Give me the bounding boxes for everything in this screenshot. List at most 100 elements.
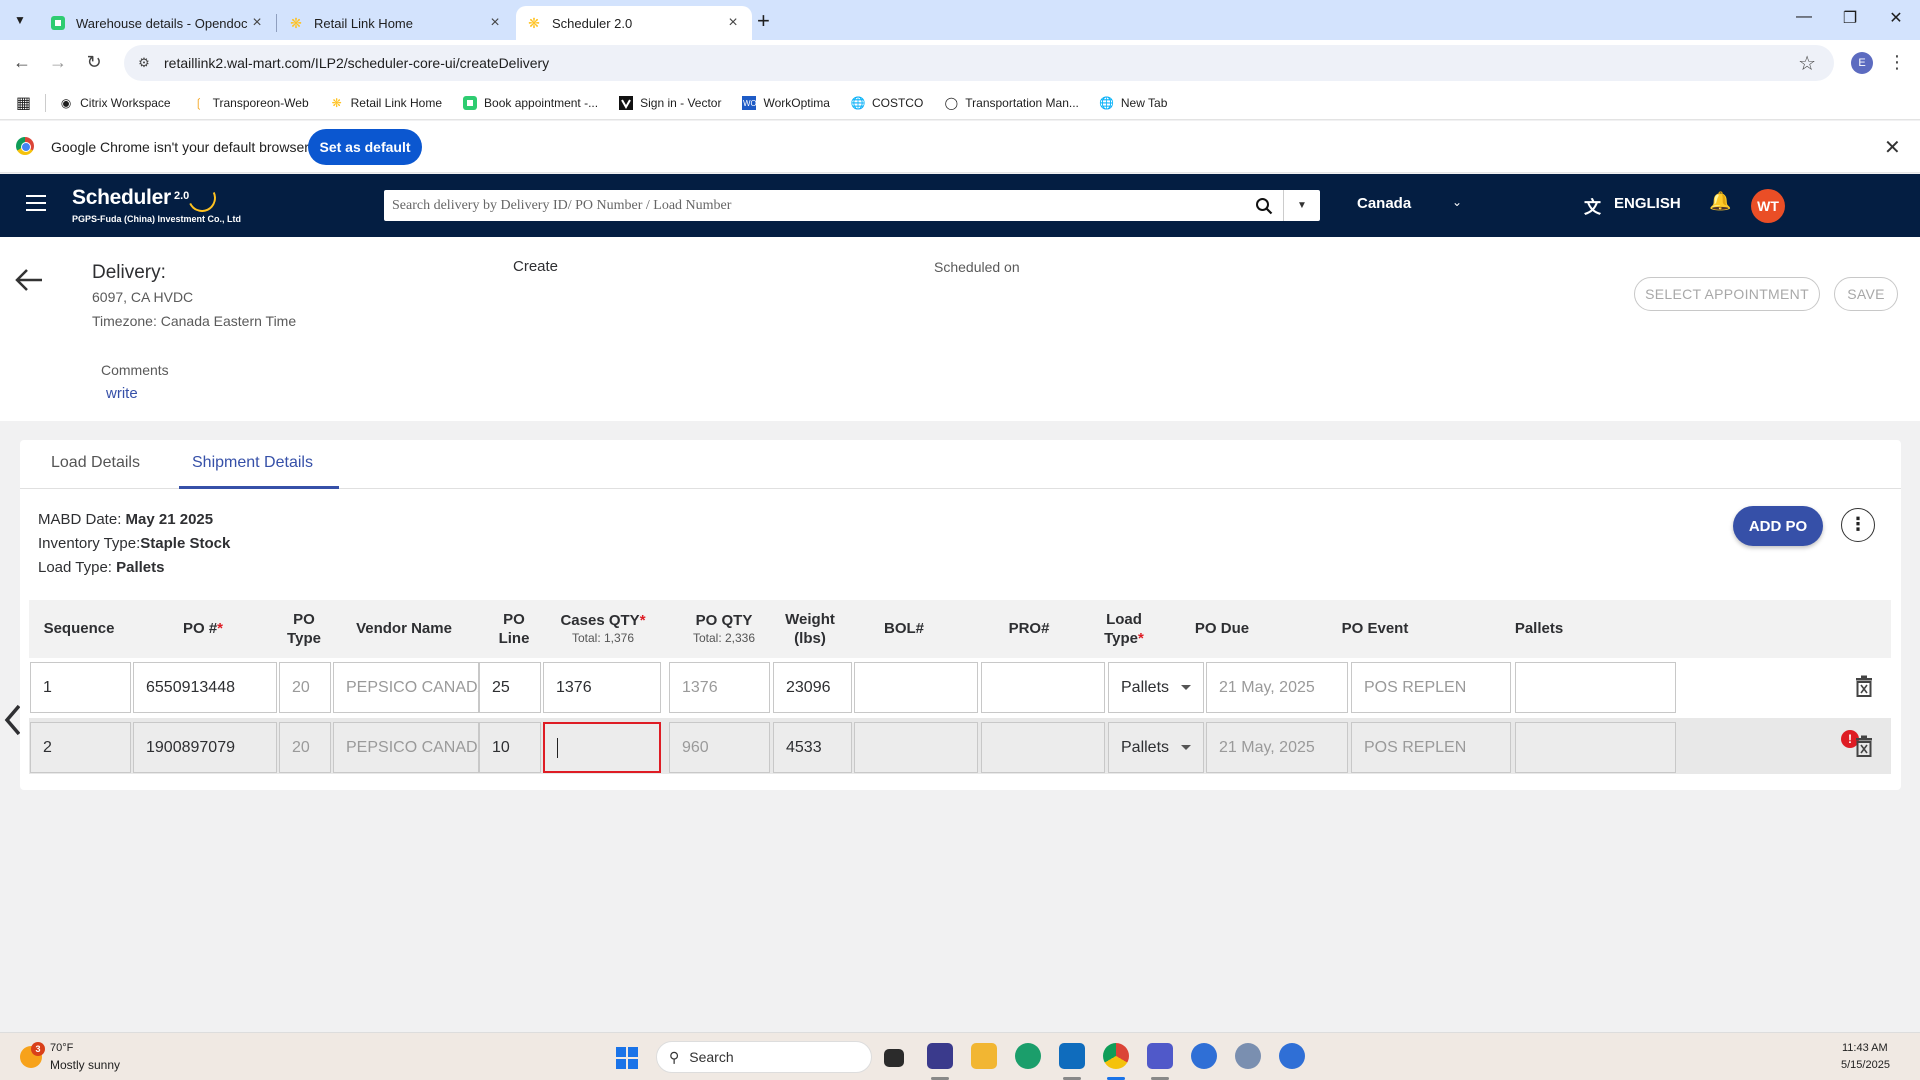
bookmark-retail-link[interactable]: ❋ Retail Link Home [329, 95, 442, 111]
site-info-icon[interactable]: ⚙ [134, 55, 154, 71]
file-explorer-icon[interactable] [971, 1043, 997, 1069]
teams-icon[interactable] [1147, 1043, 1173, 1069]
bookmark-costco[interactable]: 🌐 COSTCO [850, 95, 923, 111]
browser-tab-scheduler[interactable]: ❋ Scheduler 2.0 × [516, 6, 752, 40]
col-label: PO [503, 610, 525, 628]
set-as-default-button[interactable]: Set as default [308, 129, 422, 165]
po-line-input[interactable]: 10 [479, 722, 541, 773]
app-swirl-icon[interactable] [1191, 1043, 1217, 1069]
browser-toolbar: ← → ↻ ⚙ retaillink2.wal-mart.com/ILP2/sc… [0, 40, 1920, 86]
bookmark-transportation[interactable]: ◯ Transportation Man... [943, 95, 1079, 111]
col-label: PO [293, 610, 315, 628]
minimize-icon[interactable]: — [1784, 8, 1824, 26]
pallets-input[interactable] [1515, 662, 1676, 713]
restore-icon[interactable]: ❐ [1830, 8, 1870, 28]
chevron-down-icon[interactable]: ⌄ [1452, 195, 1462, 209]
tab-close-icon[interactable]: × [724, 14, 742, 32]
bookmark-vector[interactable]: Sign in - Vector [618, 95, 721, 111]
network-globe-icon[interactable] [1235, 1043, 1261, 1069]
apps-grid-icon[interactable]: ▦ [16, 93, 31, 113]
bol-input[interactable] [854, 662, 978, 713]
forward-icon[interactable]: → [46, 50, 70, 74]
back-arrow-icon[interactable] [14, 265, 44, 295]
delivery-search-input[interactable] [384, 190, 1244, 221]
load-type-select[interactable]: Pallets [1108, 722, 1204, 773]
clock-date[interactable]: 5/15/2025 [1841, 1059, 1890, 1071]
chrome-taskbar-icon[interactable] [1103, 1043, 1129, 1069]
outlook-icon[interactable] [1059, 1043, 1085, 1069]
search-filter-dropdown-icon[interactable]: ▼ [1284, 200, 1320, 211]
sequence-input[interactable]: 1 [30, 662, 131, 713]
chrome-menu-icon[interactable]: ⋮ [1888, 52, 1906, 73]
globe-icon: 🌐 [1099, 95, 1115, 110]
hamburger-menu-icon[interactable] [26, 195, 46, 211]
cases-qty-input[interactable]: 1376 [543, 662, 661, 713]
bookmark-star-icon[interactable]: ☆ [1798, 51, 1816, 76]
url-text[interactable]: retaillink2.wal-mart.com/ILP2/scheduler-… [164, 55, 549, 71]
clock-time[interactable]: 11:43 AM [1842, 1042, 1888, 1054]
col-label: PO #* [183, 619, 223, 639]
address-bar[interactable]: ⚙ retaillink2.wal-mart.com/ILP2/schedule… [124, 45, 1834, 81]
window-close-icon[interactable]: ✕ [1876, 8, 1916, 28]
tab-close-icon[interactable]: × [248, 14, 266, 32]
bookmark-transporeon[interactable]: ❲ Transporeon-Web [191, 95, 309, 111]
bookmark-divider [45, 93, 47, 112]
infobar-close-icon[interactable]: ✕ [1884, 135, 1901, 160]
po-number-input[interactable]: 1900897079 [133, 722, 277, 773]
bol-input[interactable] [854, 722, 978, 773]
app-swirl-icon[interactable] [1279, 1043, 1305, 1069]
inventory-label: Inventory Type: [38, 535, 141, 552]
weather-temperature[interactable]: 70°F [50, 1042, 73, 1054]
more-options-icon[interactable]: ⋮ [1841, 508, 1875, 542]
weather-description[interactable]: Mostly sunny [50, 1058, 120, 1072]
notification-bell-icon[interactable]: 🔔 [1709, 191, 1731, 212]
load-type-select[interactable]: Pallets [1108, 662, 1204, 713]
po-type-field: 20 [279, 722, 331, 773]
bookmark-book-appointment[interactable]: Book appointment -... [462, 95, 598, 111]
delete-row-icon[interactable] [1855, 735, 1873, 757]
browser-tab-retail-link[interactable]: ❋ Retail Link Home × [278, 6, 514, 40]
delete-row-icon[interactable] [1855, 675, 1873, 697]
windows-start-icon[interactable] [616, 1047, 638, 1069]
new-tab-icon[interactable]: + [757, 8, 770, 34]
delivery-timezone: Timezone: Canada Eastern Time [92, 313, 297, 329]
add-po-button[interactable]: ADD PO [1733, 506, 1823, 546]
quick-assist-icon[interactable] [927, 1043, 953, 1069]
bookmark-workoptima[interactable]: WO WorkOptima [741, 95, 830, 111]
profile-avatar[interactable]: E [1851, 52, 1873, 74]
cases-qty-input[interactable] [543, 722, 661, 773]
taskbar-search[interactable]: ⚲ Search [656, 1041, 872, 1073]
tab-close-icon[interactable]: × [486, 14, 504, 32]
tab-search-chevron-icon[interactable]: ▼ [8, 8, 32, 32]
tab-shipment-details[interactable]: Shipment Details [192, 454, 313, 472]
po-line-input[interactable]: 25 [479, 662, 541, 713]
task-view-icon[interactable] [884, 1049, 904, 1067]
user-avatar[interactable]: WT [1751, 189, 1785, 223]
bookmark-new-tab[interactable]: 🌐 New Tab [1099, 95, 1167, 111]
edge-browser-icon[interactable] [1015, 1043, 1041, 1069]
language-selector[interactable]: ENGLISH [1614, 195, 1681, 212]
bookmark-citrix[interactable]: ◉ Citrix Workspace [58, 95, 171, 111]
select-appointment-button[interactable]: SELECT APPOINTMENT [1634, 277, 1820, 311]
browser-tab-opendock[interactable]: Warehouse details - Opendock × [40, 6, 276, 40]
pro-input[interactable] [981, 722, 1105, 773]
pallets-input[interactable] [1515, 722, 1676, 773]
reload-icon[interactable]: ↻ [82, 50, 106, 74]
pro-input[interactable] [981, 662, 1105, 713]
text-cursor [557, 737, 558, 758]
sequence-input[interactable]: 2 [30, 722, 131, 773]
po-number-input[interactable]: 6550913448 [133, 662, 277, 713]
save-button[interactable]: SAVE [1834, 277, 1898, 311]
country-selector[interactable]: Canada [1357, 195, 1411, 212]
search-icon[interactable] [1244, 190, 1284, 221]
col-label: PO Due [1194, 620, 1250, 638]
weight-input[interactable]: 23096 [773, 662, 852, 713]
comments-write-link[interactable]: write [106, 385, 138, 402]
active-tab-indicator [179, 486, 339, 489]
translate-icon[interactable]: 文 [1584, 193, 1601, 218]
col-weight: Weight (lbs) [773, 600, 847, 658]
col-po-type: PO Type [279, 600, 329, 658]
weight-input[interactable]: 4533 [773, 722, 852, 773]
back-icon[interactable]: ← [10, 50, 34, 74]
tab-load-details[interactable]: Load Details [51, 454, 140, 472]
